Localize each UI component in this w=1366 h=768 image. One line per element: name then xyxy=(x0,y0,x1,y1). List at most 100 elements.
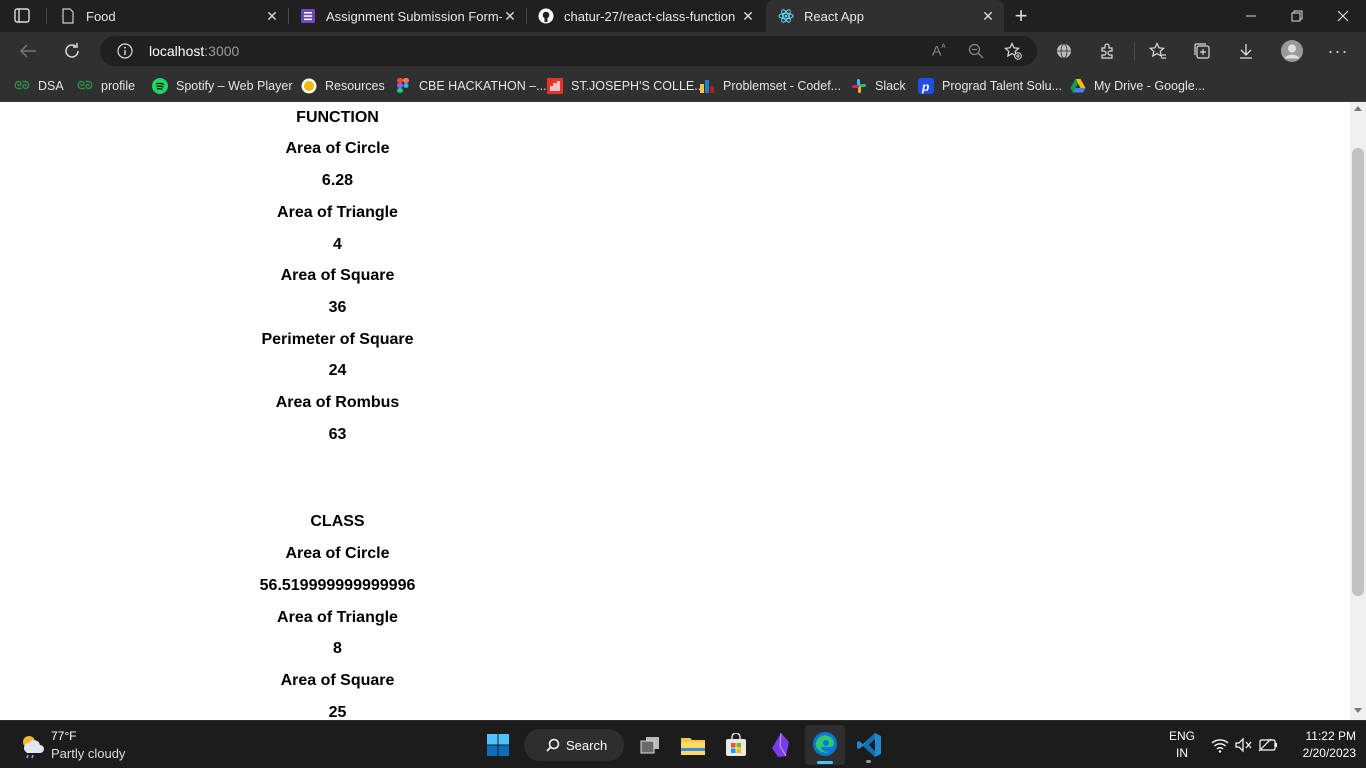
scroll-down-arrow-icon[interactable] xyxy=(1354,708,1362,713)
clock-date: 2/20/2023 xyxy=(1302,746,1356,760)
google-drive-icon xyxy=(1070,78,1086,94)
prograd-icon: p xyxy=(918,78,934,94)
function-item-value: 24 xyxy=(328,362,347,379)
more-menu-icon[interactable]: ··· xyxy=(1320,32,1356,70)
bookmark-dsa[interactable]: ᘓᘐ DSA xyxy=(14,76,63,96)
tab-label: Assignment Submission Form-Re xyxy=(326,8,502,24)
add-favorite-icon[interactable] xyxy=(1004,42,1022,60)
gfg-icon: ᘓᘐ xyxy=(77,79,93,92)
bookmark-label: Problemset - Codef... xyxy=(723,79,842,93)
bookmark-label: profile xyxy=(101,79,136,93)
language-indicator[interactable]: ENG IN xyxy=(1162,729,1202,763)
vpn-globe-icon[interactable] xyxy=(1046,32,1082,70)
taskbar-search[interactable]: Search xyxy=(524,729,624,761)
bookmark-label: Slack xyxy=(875,79,906,93)
codeforces-icon xyxy=(699,78,715,94)
wifi-icon[interactable] xyxy=(1211,737,1229,753)
function-item-label: Perimeter of Square xyxy=(261,331,414,348)
bookmark-label: Prograd Talent Solu... xyxy=(942,79,1062,93)
minimize-button[interactable] xyxy=(1228,0,1274,32)
close-icon[interactable]: ✕ xyxy=(740,8,756,24)
bookmark-resources[interactable]: Resources xyxy=(301,76,385,96)
restore-button[interactable] xyxy=(1274,0,1320,32)
spotify-icon xyxy=(152,78,168,94)
slack-icon xyxy=(851,78,867,94)
profile-avatar[interactable] xyxy=(1274,32,1310,70)
bookmark-label: CBE HACKATHON –... xyxy=(419,79,547,93)
function-item-value: 36 xyxy=(328,299,347,316)
tab-github-repo[interactable]: chatur-27/react-class-function ✕ xyxy=(526,0,764,32)
bookmark-slack[interactable]: Slack xyxy=(851,76,906,96)
class-item-value: 8 xyxy=(333,640,342,657)
forms-icon xyxy=(300,8,316,24)
refresh-button[interactable] xyxy=(54,32,90,70)
battery-icon[interactable] xyxy=(1258,738,1278,752)
class-item-value: 25 xyxy=(328,704,347,720)
function-item-label: Area of Rombus xyxy=(275,394,400,411)
function-item-value: 6.28 xyxy=(321,172,354,189)
scrollbar-thumb[interactable] xyxy=(1352,148,1364,596)
new-tab-button[interactable]: + xyxy=(1010,5,1032,27)
read-aloud-icon[interactable]: Aᴬ xyxy=(932,42,945,59)
tab-label: Food xyxy=(86,8,116,24)
bookmark-label: ST.JOSEPH'S COLLE... xyxy=(571,79,705,93)
bookmark-stjosephs[interactable]: ST.JOSEPH'S COLLE... xyxy=(547,76,705,96)
bookmark-label: Resources xyxy=(325,79,385,93)
react-icon xyxy=(778,8,794,24)
bookmark-google-drive[interactable]: My Drive - Google... xyxy=(1070,76,1205,96)
weather-widget[interactable]: 77°F Partly cloudy xyxy=(16,727,146,763)
bookmark-codeforces[interactable]: Problemset - Codef... xyxy=(699,76,841,96)
class-item-label: Area of Circle xyxy=(285,545,390,562)
close-icon[interactable]: ✕ xyxy=(502,8,518,24)
url-port: :3000 xyxy=(204,43,240,59)
function-heading: FUNCTION xyxy=(296,109,379,126)
zoom-icon[interactable] xyxy=(968,43,984,59)
info-icon[interactable] xyxy=(117,43,133,59)
svg-text:p: p xyxy=(921,80,929,94)
bookmark-cbe-hackathon[interactable]: CBE HACKATHON –... xyxy=(395,76,547,96)
start-button[interactable] xyxy=(478,727,518,763)
collections-icon[interactable] xyxy=(1184,32,1220,70)
edge-taskbar-active[interactable] xyxy=(805,725,845,765)
bookmark-spotify[interactable]: Spotify – Web Player xyxy=(152,76,293,96)
tab-react-app[interactable]: React App ✕ xyxy=(766,0,1004,32)
url-text: localhost:3000 xyxy=(149,43,239,59)
function-item-label: Area of Square xyxy=(280,267,395,284)
back-button[interactable] xyxy=(10,32,46,70)
tab-actions-icon[interactable] xyxy=(12,7,32,25)
url-host: localhost xyxy=(149,43,205,59)
bookmark-prograd[interactable]: p Prograd Talent Solu... xyxy=(918,76,1062,96)
class-item-label: Area of Triangle xyxy=(277,609,398,626)
function-item-value: 63 xyxy=(328,426,347,443)
function-item-label: Area of Circle xyxy=(285,140,390,157)
bookmark-profile[interactable]: ᘓᘐ profile xyxy=(77,76,135,96)
bookmark-label: My Drive - Google... xyxy=(1094,79,1206,93)
college-icon xyxy=(547,78,563,94)
favorites-icon[interactable] xyxy=(1140,32,1176,70)
volume-muted-icon[interactable] xyxy=(1235,737,1253,753)
scroll-up-arrow-icon[interactable] xyxy=(1354,106,1362,111)
extensions-icon[interactable] xyxy=(1090,32,1126,70)
tab-food[interactable]: Food ✕ xyxy=(48,0,288,32)
downloads-icon[interactable] xyxy=(1228,32,1264,70)
close-icon[interactable]: ✕ xyxy=(264,8,280,24)
vscode-icon[interactable] xyxy=(849,727,889,763)
close-icon[interactable]: ✕ xyxy=(980,8,996,24)
function-item-value: 4 xyxy=(333,236,342,253)
address-bar[interactable]: localhost:3000 Aᴬ xyxy=(100,36,1037,66)
tab-label: React App xyxy=(804,8,864,24)
weather-condition: Partly cloudy xyxy=(51,746,126,761)
browser-toolbar: localhost:3000 Aᴬ ··· xyxy=(0,32,1366,70)
file-explorer-icon[interactable] xyxy=(673,727,713,763)
figma-icon xyxy=(395,78,411,94)
task-view-icon[interactable] xyxy=(630,727,670,763)
class-item-value: 56.519999999999996 xyxy=(259,577,416,594)
tab-label: chatur-27/react-class-function xyxy=(564,8,736,24)
microsoft-store-icon[interactable] xyxy=(716,727,756,763)
close-window-button[interactable] xyxy=(1320,0,1366,32)
obsidian-icon[interactable] xyxy=(761,727,801,763)
lang-line2: IN xyxy=(1176,746,1188,760)
bookmarks-bar: ᘓᘐ DSA ᘓᘐ profile Spotify – Web Player R… xyxy=(0,70,1366,102)
system-clock[interactable]: 11:22 PM 2/20/2023 xyxy=(1284,729,1356,763)
tab-assignment-form[interactable]: Assignment Submission Form-Re ✕ xyxy=(288,0,526,32)
